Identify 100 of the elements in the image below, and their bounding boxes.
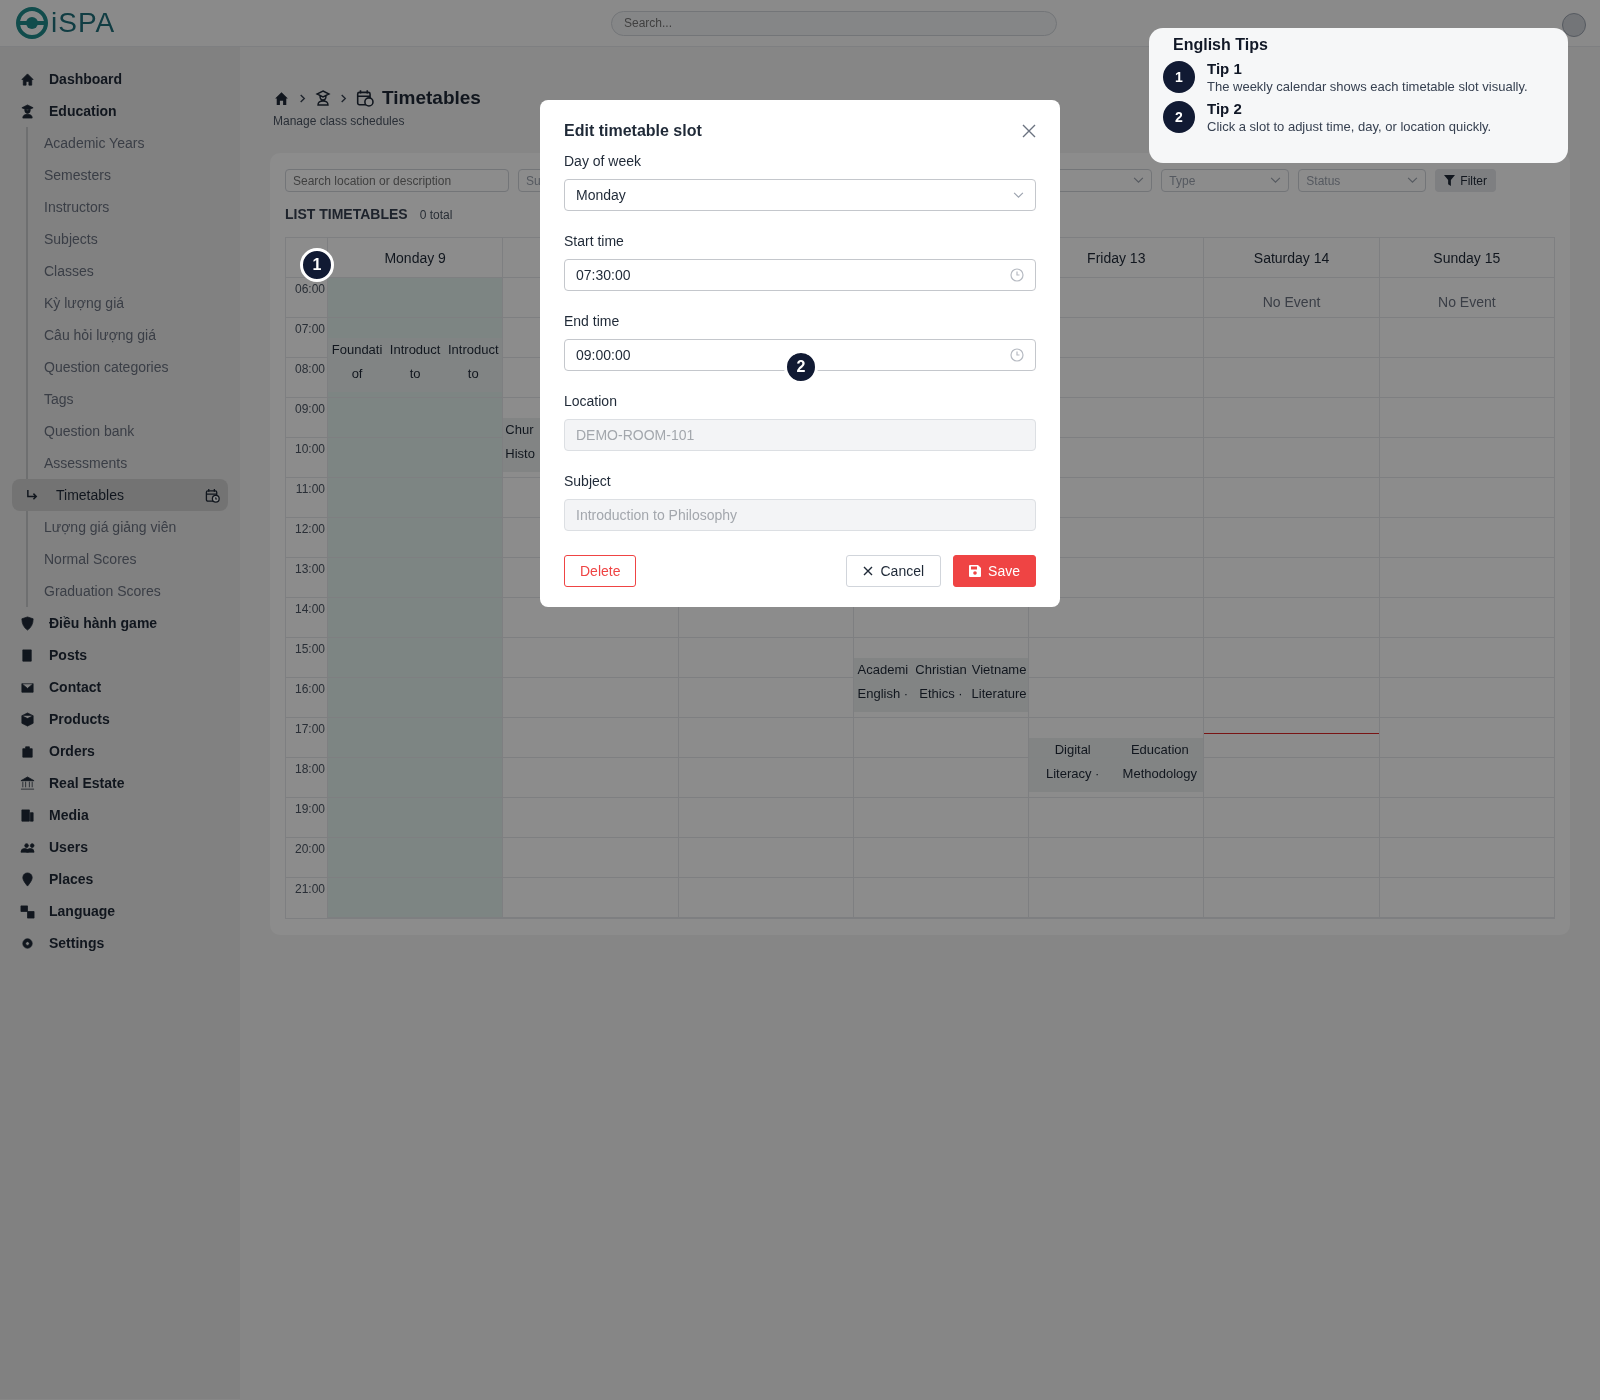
total-count: 0 total [419, 208, 453, 222]
caret-icon [1270, 177, 1282, 184]
shield-icon [20, 615, 35, 631]
sidebar-item[interactable]: Timetables [12, 479, 228, 511]
day-header: Saturday 14 [1253, 249, 1330, 266]
time-label: 09:00 [294, 402, 325, 416]
logo-icon [16, 7, 48, 39]
save-button[interactable]: Save [953, 555, 1036, 587]
time-label: 10:00 [294, 442, 325, 456]
caret-icon [1013, 191, 1024, 199]
tip-title: Tip 1 [1207, 60, 1243, 77]
delete-button[interactable]: Delete [564, 555, 637, 587]
sidebar-item[interactable]: Contact [12, 671, 228, 703]
timetable-event[interactable]: Introduct to [444, 338, 503, 392]
timetable-event[interactable]: Academi English · [853, 658, 912, 712]
sidebar-item[interactable]: Normal Scores [28, 543, 228, 575]
day-header: Monday 9 [384, 249, 446, 266]
time-label: 16:00 [294, 682, 325, 696]
filter-button[interactable]: Filter [1435, 169, 1496, 192]
language-icon [20, 903, 35, 919]
day-header: Friday 13 [1087, 249, 1146, 266]
sidebar-item[interactable]: Real Estate [12, 767, 228, 799]
timetable-event[interactable]: Digital Literacy · [1029, 738, 1117, 792]
chevron-right-icon [298, 93, 307, 103]
time-label: 12:00 [294, 522, 325, 536]
bag-icon [20, 743, 35, 759]
page-subtitle: Manage class schedules [273, 114, 405, 128]
close-icon [863, 566, 874, 576]
box-icon [20, 711, 35, 727]
sidebar-item[interactable]: Places [12, 863, 228, 895]
bank-icon [20, 775, 35, 791]
timetable-event[interactable]: Christian Ethics · [911, 658, 971, 712]
empty-day-text: No Event [1261, 293, 1322, 310]
sidebar-item[interactable]: Education [12, 95, 228, 127]
home-icon[interactable] [273, 89, 290, 107]
time-label: 06:00 [294, 282, 325, 296]
timetable-event[interactable]: Introduct to [386, 338, 445, 392]
tip-text: The weekly calendar shows each timetable slot visually. [1207, 79, 1528, 94]
time-label: 15:00 [294, 642, 325, 656]
sidebar-item[interactable]: Dashboard [12, 63, 228, 95]
document-icon [20, 647, 35, 663]
timetable-event[interactable]: Vietname Literature [970, 658, 1029, 712]
sidebar-item[interactable]: Classes [28, 255, 228, 287]
sidebar-item[interactable]: Assessments [28, 447, 228, 479]
sidebar-item[interactable]: Posts [12, 639, 228, 671]
funnel-icon [1444, 175, 1456, 186]
time-label: 11:00 [295, 482, 325, 496]
field-label: Location [564, 393, 618, 409]
time-label: 19:00 [294, 802, 325, 816]
avatar-icon[interactable] [1562, 13, 1586, 37]
sidebar-item[interactable]: Semesters [28, 159, 228, 191]
logo-text: iSPA [51, 7, 116, 39]
cancel-button[interactable]: Cancel [846, 555, 942, 587]
sidebar-item[interactable]: Orders [12, 735, 228, 767]
sidebar-item[interactable]: Instructors [28, 191, 228, 223]
sidebar-item[interactable]: Điều hành game [12, 607, 228, 639]
sidebar-item[interactable]: Question categories [28, 351, 228, 383]
tip-text: Click a slot to adjust time, day, or location quickly. [1207, 119, 1492, 134]
sidebar-item[interactable]: Tags [28, 383, 228, 415]
sidebar-item[interactable]: Settings [12, 927, 228, 959]
sidebar-item[interactable]: Products [12, 703, 228, 735]
chevron-right-icon [339, 93, 348, 103]
page-title: Timetables [382, 87, 481, 109]
time-label: 20:00 [294, 842, 325, 856]
close-icon[interactable] [1022, 124, 1036, 138]
graduate-icon[interactable] [315, 90, 331, 106]
time-label: 18:00 [294, 762, 325, 776]
sidebar-item[interactable]: Media [12, 799, 228, 831]
field-label: Start time [564, 233, 625, 249]
home-icon [20, 71, 35, 87]
timetable-event[interactable]: Foundati of [328, 338, 387, 392]
field-label: Day of week [564, 153, 643, 169]
step-number: 2 [1163, 101, 1195, 133]
sidebar-item[interactable]: Lượng giá giảng viên [28, 511, 228, 543]
sidebar-item[interactable]: Subjects [28, 223, 228, 255]
time-label: 17:00 [294, 722, 325, 736]
media-icon [20, 807, 35, 823]
time-field[interactable]: 07:30:00 [564, 259, 1036, 291]
sidebar-item[interactable]: Users [12, 831, 228, 863]
tips-title: English Tips [1173, 36, 1269, 54]
sidebar-item[interactable]: Câu hỏi lượng giá [28, 319, 228, 351]
search-field[interactable]: Search... [611, 10, 1057, 36]
sidebar-item[interactable]: Graduation Scores [28, 575, 228, 607]
clock-icon [1010, 268, 1024, 282]
timetable-event[interactable]: Education Methodology [1116, 738, 1204, 792]
field-label: End time [564, 313, 621, 329]
day-header: Sunday 15 [1433, 249, 1501, 266]
dialog-title: Edit timetable slot [564, 122, 702, 140]
field-label: Subject [564, 473, 612, 489]
day-select[interactable]: Monday [564, 179, 1036, 211]
turn-arrow-icon [26, 488, 39, 502]
search-field[interactable]: Search location or description [285, 169, 509, 192]
sidebar-item[interactable]: Question bank [28, 415, 228, 447]
sidebar-item[interactable]: Kỳ lượng giá [28, 287, 228, 319]
sidebar-item[interactable]: Language [12, 895, 228, 927]
time-label: 08:00 [294, 362, 325, 376]
tip-title: Tip 2 [1207, 100, 1243, 117]
sidebar-item[interactable]: Academic Years [28, 127, 228, 159]
time-label: 07:00 [294, 322, 325, 336]
calendar-clock-icon [356, 89, 374, 107]
